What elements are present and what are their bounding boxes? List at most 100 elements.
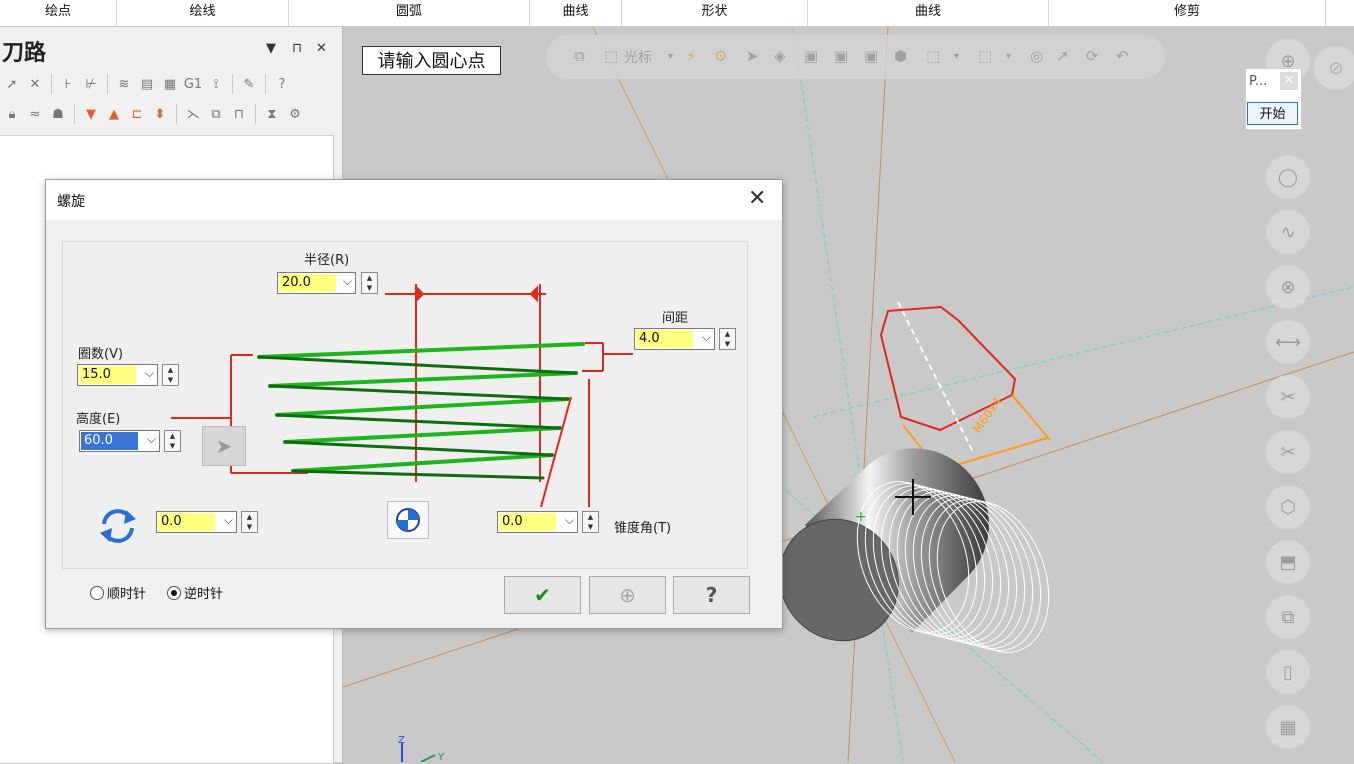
edit-icon[interactable]: ✎ [239,74,259,94]
cursor-label[interactable]: 光标 [624,47,652,67]
cursor-select-icon[interactable]: ⬚ [604,47,618,65]
ribbon-tab-trim[interactable]: 修剪 [1049,0,1326,26]
circle-tool-icon[interactable]: ◯ [1266,155,1310,199]
clockwise-radio-circle[interactable] [90,585,104,600]
clockwise-radio[interactable]: 顺时针 [90,583,146,602]
ok-button[interactable]: ✔ [504,576,581,614]
layers-icon[interactable]: ⧉ [574,47,585,65]
apply-button[interactable]: ⊕ [589,576,666,614]
tool-icon[interactable]: ⚙ [285,104,305,124]
arrow-select-icon[interactable]: ➤ [746,47,759,65]
deselect-op-icon[interactable]: ⊬ [81,74,101,94]
ribbon-tab-curves-2[interactable]: 曲线 [808,0,1049,26]
start-angle-combo[interactable]: 0.0 ⌵ [156,511,237,533]
radius-combo[interactable]: 20.0 ⌵ [277,272,356,294]
solid-body-icon[interactable]: ⬢ [894,47,907,65]
insert-arrow-icon[interactable]: ⊏ [127,104,147,124]
taper-spinner[interactable]: ▲ ▼ [582,511,599,533]
boolean-tool-icon[interactable]: ⧉ [1266,595,1310,639]
dialog-titlebar[interactable]: 螺旋 ✕ [46,180,782,220]
height-value[interactable]: 60.0 [81,432,138,450]
radius-value[interactable]: 20.0 [279,274,336,292]
wave-icon[interactable]: ≈ [25,104,45,124]
autocursor-icon[interactable]: ⚡ [686,47,697,65]
height-combo[interactable]: 60.0 ⌵ [79,430,160,452]
chevron-down-icon[interactable]: ⌵ [702,330,711,345]
trim-tool-2-icon[interactable]: ✂ [1266,430,1310,474]
box-tool-icon[interactable]: ⬒ [1266,540,1310,584]
cube-icon-2[interactable]: ▣ [834,47,848,65]
chevron-down-icon[interactable]: ⌵ [343,274,352,289]
gear-icon[interactable]: ⚙ [714,47,727,65]
dimension-tool-icon[interactable]: ⟷ [1266,320,1310,364]
pitch-combo[interactable]: 4.0 ⌵ [634,328,715,350]
pitch-spinner[interactable]: ▲ ▼ [719,328,736,350]
taper-combo[interactable]: 0.0 ⌵ [497,511,578,533]
deselect-icon[interactable]: ✕ [25,74,45,94]
start-angle-spinner[interactable]: ▲ ▼ [241,511,258,533]
copy-icon[interactable]: ⧉ [206,104,226,124]
pick-arrow-icon[interactable]: ➤ [202,426,246,466]
ghost-icon[interactable]: ☗ [48,104,68,124]
regenerate-dirty-icon[interactable]: ▤ [137,74,157,94]
solid-tool-icon[interactable]: ⬡ [1266,485,1310,529]
help-button[interactable]: ? [673,576,750,614]
ribbon-tab-points[interactable]: 绘点 [0,0,117,26]
regenerate-icon[interactable]: ≋ [114,74,134,94]
radius-spinner[interactable]: ▲ ▼ [361,272,378,294]
turns-spinner[interactable]: ▲ ▼ [162,364,179,386]
panel-dropdown-icon[interactable]: ▼ [266,41,276,56]
cursor-check-icon[interactable]: ↗ [1056,47,1069,65]
taper-value[interactable]: 0.0 [499,513,556,531]
expand-icon[interactable]: ⬍ [150,104,170,124]
direction-button[interactable] [387,501,429,539]
backplot-icon[interactable]: ▦ [160,74,180,94]
chevron-down-icon[interactable]: ⌵ [147,432,156,447]
post-icon[interactable]: ⟟ [206,74,226,94]
chevron-down-icon[interactable]: ⌵ [145,366,154,381]
chevron-down-icon[interactable]: ▾ [668,51,673,62]
dialog-close-icon[interactable]: ✕ [748,186,766,211]
link-icon[interactable]: ⊓ [229,104,249,124]
filter-icon[interactable]: ⋋ [183,104,203,124]
turns-combo[interactable]: 15.0 ⌵ [77,364,158,386]
curve-tool-icon[interactable]: ∿ [1266,210,1310,254]
ribbon-tab-curves[interactable]: 曲线 [530,0,622,26]
chevron-down-icon[interactable]: ▾ [1006,51,1011,62]
ribbon-tab-arcs[interactable]: 圆弧 [289,0,530,26]
pitch-value[interactable]: 4.0 [636,330,693,348]
start-angle-value[interactable]: 0.0 [158,513,215,531]
hourglass-icon[interactable]: ⧗ [262,104,282,124]
intersect-tool-icon[interactable]: ⊗ [1266,265,1310,309]
grid-tool-icon[interactable]: ▦ [1266,705,1310,749]
mini-panel-close-icon[interactable]: ✕ [1280,72,1298,90]
height-spinner[interactable]: ▲ ▼ [164,430,181,452]
start-button[interactable]: 开始 [1247,102,1298,125]
chain-select-icon[interactable]: ⬚ [926,47,940,65]
window-select-icon[interactable]: ⬚ [978,47,992,65]
lock-icon[interactable]: 🔒︎ [2,104,22,124]
move-up-icon[interactable]: ▲ [104,104,124,124]
solid-select-icon[interactable]: ◈ [774,47,786,65]
cube-icon[interactable]: ▣ [804,47,818,65]
refresh-icon[interactable]: ⟳ [1086,47,1099,65]
counter-clockwise-radio[interactable]: 逆时针 [167,583,223,602]
verify-icon[interactable]: ◎ [1030,47,1043,65]
counter-clockwise-radio-circle[interactable] [167,585,181,600]
ribbon-tab-shapes[interactable]: 形状 [622,0,808,26]
turns-value[interactable]: 15.0 [79,366,136,384]
panel-close-icon[interactable]: ✕ [316,41,327,56]
move-down-icon[interactable]: ▼ [81,104,101,124]
chevron-down-icon[interactable]: ⌵ [565,513,574,528]
g1-icon[interactable]: G1 [183,74,203,94]
cube-icon-3[interactable]: ▣ [864,47,878,65]
chevron-down-icon[interactable]: ⌵ [224,513,233,528]
chevron-down-icon[interactable]: ▾ [954,51,959,62]
panel-pin-icon[interactable]: ⊓ [292,41,302,56]
cancel-icon[interactable]: ⊘ [1314,46,1354,90]
trim-tool-icon[interactable]: ✂ [1266,375,1310,419]
document-tool-icon[interactable]: ▯ [1266,650,1310,694]
select-all-icon[interactable]: ➚ [2,74,22,94]
help-icon[interactable]: ? [272,74,292,94]
undo-icon[interactable]: ↶ [1116,47,1129,65]
